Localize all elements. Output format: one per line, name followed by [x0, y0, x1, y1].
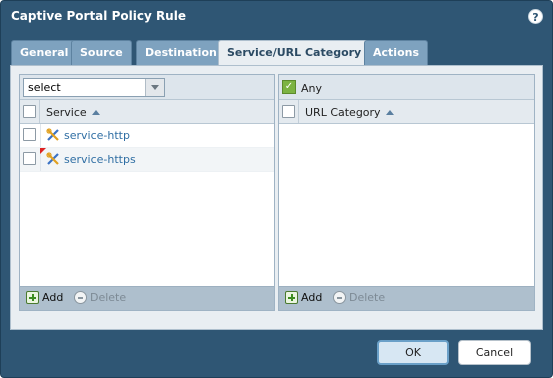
- sort-ascending-icon: [385, 110, 394, 115]
- url-category-grid-header: URL Category: [279, 100, 534, 124]
- header-checkbox-cell: [20, 100, 40, 123]
- service-select-row: select: [20, 75, 274, 100]
- tab-content-panel: select Service service-http service-http…: [10, 65, 543, 330]
- any-checkbox[interactable]: ✓: [282, 80, 296, 94]
- url-category-pane-footer: Add Delete: [279, 286, 534, 310]
- any-label: Any: [301, 82, 323, 95]
- table-row: service-https: [20, 148, 274, 172]
- table-row: service-http: [20, 124, 274, 148]
- service-select-value: select: [28, 81, 61, 94]
- add-label: Add: [42, 291, 64, 304]
- row-checkbox[interactable]: [23, 152, 36, 165]
- service-icon: [46, 152, 59, 165]
- service-link[interactable]: service-http: [64, 129, 130, 142]
- delete-service-button[interactable]: Delete: [74, 291, 126, 307]
- service-select-dropdown[interactable]: select: [23, 78, 165, 97]
- add-label: Add: [301, 291, 323, 304]
- chevron-down-icon[interactable]: [145, 79, 164, 96]
- service-pane: select Service service-http service-http…: [19, 74, 275, 311]
- add-url-category-button[interactable]: Add: [285, 291, 322, 307]
- row-checkbox[interactable]: [23, 128, 36, 141]
- tab-destination[interactable]: Destination: [136, 40, 226, 66]
- add-icon: [26, 291, 39, 304]
- delete-icon: [333, 291, 346, 304]
- url-category-pane: ✓ Any URL Category Add Delete: [278, 74, 535, 311]
- row-separator: [40, 124, 41, 147]
- help-icon[interactable]: ?: [528, 9, 543, 24]
- tab-source[interactable]: Source: [71, 40, 132, 66]
- delete-label: Delete: [349, 291, 386, 304]
- select-all-url-categories-checkbox[interactable]: [282, 105, 295, 118]
- any-row: ✓ Any: [279, 75, 534, 100]
- tab-service-url-category[interactable]: Service/URL Category: [218, 40, 371, 67]
- delete-url-category-button[interactable]: Delete: [333, 291, 385, 307]
- service-column-label: Service: [46, 106, 87, 119]
- service-icon: [46, 128, 59, 141]
- ok-button[interactable]: OK: [377, 340, 449, 365]
- delete-icon: [74, 291, 87, 304]
- tab-actions[interactable]: Actions: [364, 40, 428, 66]
- add-icon: [285, 291, 298, 304]
- tab-general[interactable]: General: [11, 40, 78, 66]
- add-service-button[interactable]: Add: [26, 291, 63, 307]
- select-all-services-checkbox[interactable]: [23, 105, 36, 118]
- service-grid-header: Service: [20, 100, 274, 124]
- url-category-column-header[interactable]: URL Category: [305, 106, 394, 119]
- dialog-title: Captive Portal Policy Rule: [11, 9, 186, 23]
- sort-ascending-icon: [91, 110, 100, 115]
- delete-label: Delete: [90, 291, 127, 304]
- service-link[interactable]: service-https: [64, 153, 136, 166]
- cancel-button[interactable]: Cancel: [458, 340, 531, 365]
- header-checkbox-cell: [279, 100, 299, 123]
- service-pane-footer: Add Delete: [20, 286, 274, 310]
- captive-portal-policy-rule-dialog: Captive Portal Policy Rule ? General Sou…: [0, 0, 553, 378]
- url-category-column-label: URL Category: [305, 106, 381, 119]
- service-column-header[interactable]: Service: [46, 106, 100, 119]
